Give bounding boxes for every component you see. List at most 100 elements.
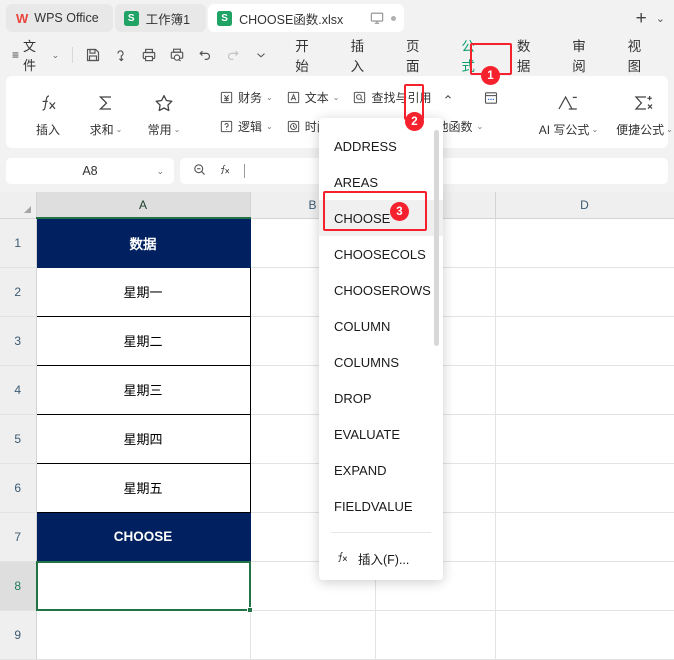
chevron-down-icon: ⌄ xyxy=(476,122,484,131)
cell-a4[interactable]: 星期三 xyxy=(35,364,251,415)
lookup-reference-button[interactable]: 查找与引用 xyxy=(347,86,436,109)
menu-item-areas[interactable]: AREAS xyxy=(319,164,443,200)
row-header-8[interactable]: 8 xyxy=(0,561,37,611)
menu-item-choosecols[interactable]: CHOOSECOLS xyxy=(319,236,443,272)
finance-functions-button[interactable]: 财务 ⌄ xyxy=(214,86,278,109)
cell-d8[interactable] xyxy=(495,561,674,611)
cell-b9[interactable] xyxy=(250,610,376,660)
ribbon-tab-page[interactable]: 页面 xyxy=(391,31,446,79)
ribbon-tab-start[interactable]: 开始 xyxy=(280,31,335,79)
lookup-icon xyxy=(352,90,367,105)
unsaved-dot-icon xyxy=(391,15,397,21)
wps-logo-icon: W xyxy=(16,10,28,26)
cell-a2[interactable]: 星期一 xyxy=(35,266,251,317)
ribbon-tab-insert[interactable]: 插入 xyxy=(336,31,391,79)
menu-item-address[interactable]: ADDRESS xyxy=(319,128,443,164)
ribbon-tab-data[interactable]: 数据 xyxy=(502,31,557,79)
cell-d1[interactable] xyxy=(495,218,674,268)
row-header-5[interactable]: 5 xyxy=(0,414,37,464)
insert-function-button[interactable]: 插入 xyxy=(20,86,76,138)
cell-d7[interactable] xyxy=(495,512,674,562)
ribbon-tab-review[interactable]: 审阅 xyxy=(557,31,612,79)
chevron-down-icon: ⌄ xyxy=(173,125,181,134)
cell-d9[interactable] xyxy=(495,610,674,660)
name-box[interactable]: A8 ⌄ xyxy=(6,158,174,184)
chevron-down-icon: ⌄ xyxy=(51,49,60,60)
search-function-icon[interactable] xyxy=(192,162,207,180)
new-tab-button[interactable]: + xyxy=(632,9,651,28)
print-preview-icon[interactable] xyxy=(164,42,190,68)
other-func-icon xyxy=(483,90,499,106)
document-tab-choose-xlsx[interactable]: S CHOOSE函数.xlsx xyxy=(208,4,405,32)
row-header-6[interactable]: 6 xyxy=(0,463,37,513)
common-functions-button[interactable]: 常用 ⌄ xyxy=(136,86,192,138)
lookup-dropdown-caret-button[interactable] xyxy=(439,89,457,107)
print-icon[interactable] xyxy=(136,42,162,68)
undo-icon[interactable] xyxy=(192,42,218,68)
lookup-functions-dropdown-menu[interactable]: ADDRESS AREAS CHOOSE CHOOSECOLS CHOOSERO… xyxy=(319,118,443,580)
cell-a3[interactable]: 星期二 xyxy=(35,315,251,366)
fx-icon xyxy=(36,90,60,116)
row-header-3[interactable]: 3 xyxy=(0,316,37,366)
cell-d4[interactable] xyxy=(495,365,674,415)
menu-item-fieldvalue[interactable]: FIELDVALUE xyxy=(319,488,443,524)
fx-icon[interactable] xyxy=(217,162,232,180)
menu-item-expand[interactable]: EXPAND xyxy=(319,452,443,488)
menu-item-drop[interactable]: DROP xyxy=(319,380,443,416)
cloud-save-icon[interactable] xyxy=(108,42,134,68)
chevron-down-icon[interactable]: ⌄ xyxy=(156,166,164,177)
cell-c9[interactable] xyxy=(375,610,496,660)
cell-d5[interactable] xyxy=(495,414,674,464)
cell-d3[interactable] xyxy=(495,316,674,366)
insert-function-menu-label: 插入(F)... xyxy=(358,552,410,567)
tab-list-chevron-down-icon[interactable]: ⌄ xyxy=(653,12,668,25)
cell-a5[interactable]: 星期四 xyxy=(35,413,251,464)
cell-d2[interactable] xyxy=(495,267,674,317)
save-icon[interactable] xyxy=(80,42,106,68)
menu-item-choose[interactable]: CHOOSE xyxy=(319,200,443,236)
other-functions-button[interactable] xyxy=(478,87,504,109)
cell-d6[interactable] xyxy=(495,463,674,513)
text-functions-button[interactable]: 文本 ⌄ xyxy=(281,86,345,109)
ribbon-tab-view[interactable]: 视图 xyxy=(613,31,668,79)
document-tab-label: CHOOSE函数.xlsx xyxy=(239,12,344,27)
column-header-a[interactable]: A xyxy=(36,192,251,219)
quick-formula-button[interactable]: 便捷公式 ⌄ xyxy=(607,86,674,138)
row-header-9[interactable]: 9 xyxy=(0,610,37,660)
select-all-corner[interactable] xyxy=(0,192,37,219)
cell-a9[interactable] xyxy=(36,610,251,660)
sigma-icon xyxy=(94,90,118,116)
cell-a1[interactable]: 数据 xyxy=(35,217,251,268)
file-menu-button[interactable]: ≡ 文件 ⌄ xyxy=(6,36,65,74)
cell-a7[interactable]: CHOOSE xyxy=(35,511,251,562)
document-tab-workbook1[interactable]: S 工作簿1 xyxy=(114,4,207,32)
menu-item-evaluate[interactable]: EVALUATE xyxy=(319,416,443,452)
row-header-1[interactable]: 1 xyxy=(0,218,37,268)
menu-item-column[interactable]: COLUMN xyxy=(319,308,443,344)
wps-office-home-tab[interactable]: W WPS Office xyxy=(6,4,113,32)
chevron-up-icon xyxy=(443,92,453,104)
annotation-badge-3: 3 xyxy=(390,202,409,221)
common-functions-label: 常用 ⌄ xyxy=(147,123,181,137)
menu-item-insert-function[interactable]: 插入(F)... xyxy=(319,541,443,575)
row-header-2[interactable]: 2 xyxy=(0,267,37,317)
logic-functions-button[interactable]: 逻辑 ⌄ xyxy=(214,115,278,138)
monitor-icon[interactable] xyxy=(370,11,384,25)
menu-item-columns[interactable]: COLUMNS xyxy=(319,344,443,380)
row-header-4[interactable]: 4 xyxy=(0,365,37,415)
ribbon-tab-list: 开始 插入 页面 公式 数据 审阅 视图 xyxy=(280,31,668,79)
text-functions-label: 文本 xyxy=(304,91,329,105)
menu-item-chooserows[interactable]: CHOOSEROWS xyxy=(319,272,443,308)
qat-more-chevron-down-icon[interactable] xyxy=(248,42,274,68)
row-header-7[interactable]: 7 xyxy=(0,512,37,562)
spreadsheet-icon: S xyxy=(217,10,233,26)
dropdown-scrollbar[interactable] xyxy=(434,130,439,346)
category-row-top: 财务 ⌄ 文本 ⌄ 查找与引用 xyxy=(214,86,504,109)
menu-bar: ≡ 文件 ⌄ 开始 插入 页面 公式 数据 审阅 视图 xyxy=(0,36,674,74)
column-header-d[interactable]: D xyxy=(495,192,674,219)
ai-write-formula-button[interactable]: AI 写公式 ⌄ xyxy=(531,86,605,138)
cell-a8[interactable] xyxy=(35,560,253,613)
cell-a6[interactable]: 星期五 xyxy=(35,462,251,513)
autosum-button[interactable]: 求和 ⌄ xyxy=(78,86,134,138)
chevron-down-icon: ⌄ xyxy=(266,122,273,131)
